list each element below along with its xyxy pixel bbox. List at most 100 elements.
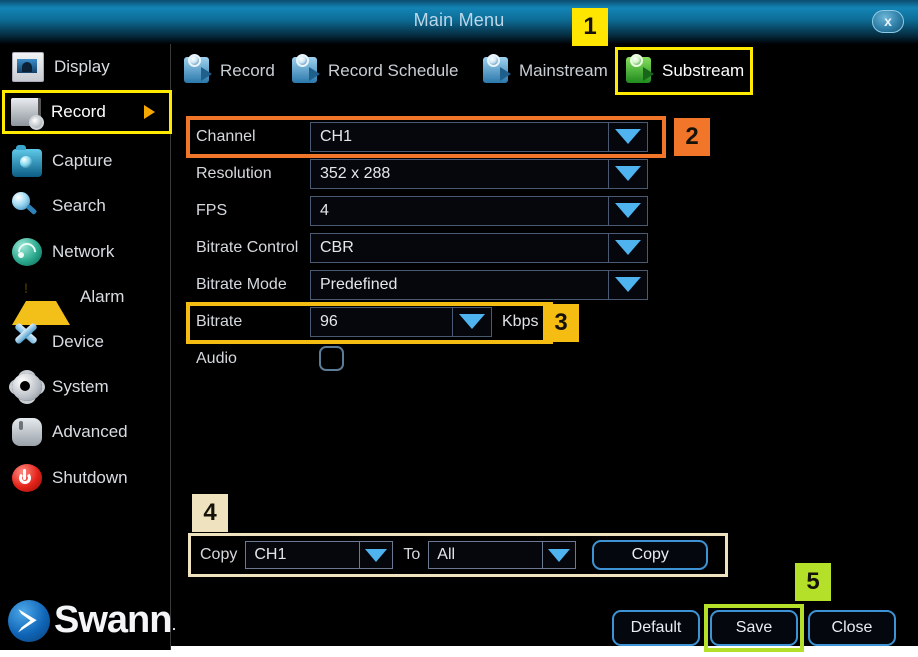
title-bar: Main Menu x: [0, 0, 918, 44]
sidebar-item-device[interactable]: Device: [6, 323, 166, 361]
sidebar-item-shutdown[interactable]: Shutdown: [6, 459, 166, 497]
copy-settings-row: Copy CH1 To All Copy: [190, 534, 726, 576]
sidebar-item-label: System: [52, 377, 109, 397]
field-label: Audio: [188, 350, 310, 368]
sidebar-item-label: Shutdown: [52, 468, 128, 488]
field-value: All: [429, 546, 455, 564]
tab-label: Substream: [662, 61, 744, 81]
sidebar-item-label: Device: [52, 332, 104, 352]
copy-source-dropdown[interactable]: CH1: [245, 541, 393, 569]
search-icon: [12, 192, 42, 220]
field-value: CBR: [311, 239, 354, 257]
swann-logo-icon: [8, 600, 50, 642]
field-label: Resolution: [188, 165, 310, 183]
form-row-channel: Channel CH1: [188, 118, 668, 155]
fps-dropdown[interactable]: 4: [310, 196, 648, 226]
field-value: 96: [311, 313, 338, 331]
copy-label: Copy: [200, 546, 237, 564]
sidebar-item-label: Advanced: [52, 422, 128, 442]
field-label: Channel: [188, 128, 310, 146]
annotation-badge-2: 2: [674, 118, 710, 156]
bitrate-dropdown[interactable]: 96: [310, 307, 492, 337]
sidebar-item-capture[interactable]: Capture: [6, 142, 166, 180]
chevron-down-icon[interactable]: [608, 197, 647, 225]
alarm-icon: [12, 273, 70, 325]
form-row-bitrate: Bitrate 96 Kbps: [188, 303, 668, 340]
display-icon: [12, 52, 44, 82]
save-button-wrapper: Save: [710, 610, 798, 646]
form-row-bitrate-control: Bitrate Control CBR: [188, 229, 668, 266]
form-row-bitrate-mode: Bitrate Mode Predefined: [188, 266, 668, 303]
annotation-badge-5: 5: [795, 563, 831, 601]
sidebar-item-label: Network: [52, 242, 114, 262]
record-camera-green-icon: [624, 57, 654, 85]
sidebar-item-search[interactable]: Search: [6, 187, 166, 225]
record-camera-icon: [481, 57, 511, 85]
mouse-icon: [12, 418, 42, 446]
field-label: FPS: [188, 202, 310, 220]
brand-logo: Swann .: [8, 599, 176, 642]
bitrate-mode-dropdown[interactable]: Predefined: [310, 270, 648, 300]
field-value: 352 x 288: [311, 165, 390, 183]
sidebar-item-label: Record: [51, 102, 106, 122]
chevron-down-icon[interactable]: [542, 542, 575, 568]
chevron-right-icon: [144, 105, 155, 119]
record-camera-icon: [182, 57, 212, 85]
field-label: Bitrate: [188, 313, 310, 331]
annotation-badge-4: 4: [192, 494, 228, 532]
tab-record[interactable]: Record: [176, 51, 281, 91]
bitrate-unit-label: Kbps: [502, 313, 538, 331]
chevron-down-icon[interactable]: [608, 234, 647, 262]
default-button[interactable]: Default: [612, 610, 700, 646]
field-value: CH1: [311, 128, 352, 146]
sidebar-item-record[interactable]: Record: [2, 90, 172, 134]
record-camera-icon: [290, 57, 320, 85]
footer-buttons: Default Save Close: [612, 610, 896, 646]
tab-mainstream[interactable]: Mainstream: [475, 51, 614, 91]
copy-target-dropdown[interactable]: All: [428, 541, 576, 569]
form-row-fps: FPS 4: [188, 192, 668, 229]
sidebar: Display Record Capture Search Network Al…: [0, 44, 171, 650]
audio-checkbox[interactable]: [319, 346, 344, 371]
bitrate-control-dropdown[interactable]: CBR: [310, 233, 648, 263]
sidebar-item-advanced[interactable]: Advanced: [6, 413, 166, 451]
power-icon: [12, 464, 42, 492]
chevron-down-icon[interactable]: [608, 271, 647, 299]
chevron-down-icon[interactable]: [608, 160, 647, 188]
copy-button[interactable]: Copy: [592, 540, 708, 570]
close-icon[interactable]: x: [872, 10, 904, 33]
sidebar-item-display[interactable]: Display: [6, 48, 166, 86]
tab-record-schedule[interactable]: Record Schedule: [284, 51, 464, 91]
resolution-dropdown[interactable]: 352 x 288: [310, 159, 648, 189]
sidebar-item-alarm[interactable]: Alarm: [6, 278, 166, 316]
chevron-down-icon[interactable]: [608, 123, 647, 151]
main-menu-window: Main Menu x Display Record Capture Searc…: [0, 0, 918, 650]
brand-trademark: .: [171, 614, 176, 635]
chevron-down-icon[interactable]: [452, 308, 491, 336]
tab-label: Record: [220, 61, 275, 81]
sidebar-item-label: Alarm: [80, 287, 124, 307]
close-button[interactable]: Close: [808, 610, 896, 646]
sidebar-item-label: Display: [54, 57, 110, 77]
form-row-audio: Audio: [188, 340, 668, 377]
tab-label: Record Schedule: [328, 61, 458, 81]
gear-icon: [12, 373, 42, 401]
save-highlight: [704, 604, 804, 652]
sidebar-item-system[interactable]: System: [6, 368, 166, 406]
field-label: Bitrate Mode: [188, 276, 310, 294]
field-label: Bitrate Control: [188, 239, 310, 257]
record-icon: [11, 98, 41, 126]
field-value: CH1: [246, 546, 286, 564]
network-icon: [12, 238, 42, 266]
brand-name: Swann: [54, 599, 171, 642]
form-row-resolution: Resolution 352 x 288: [188, 155, 668, 192]
sidebar-item-network[interactable]: Network: [6, 233, 166, 271]
chevron-down-icon[interactable]: [359, 542, 392, 568]
tab-substream[interactable]: Substream: [615, 47, 753, 95]
tab-label: Mainstream: [519, 61, 608, 81]
annotation-badge-1: 1: [572, 8, 608, 46]
capture-icon: [12, 149, 42, 177]
field-value: Predefined: [311, 276, 397, 294]
annotation-badge-3: 3: [543, 304, 579, 342]
channel-dropdown[interactable]: CH1: [310, 122, 648, 152]
